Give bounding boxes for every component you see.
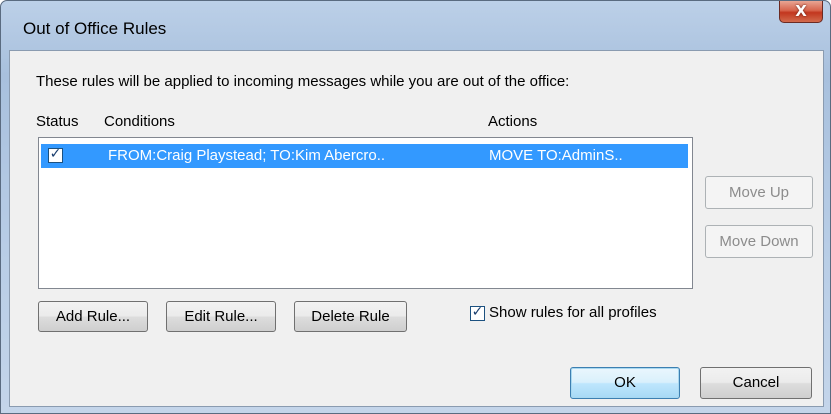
column-header-actions: Actions: [488, 113, 538, 130]
delete-rule-button[interactable]: Delete Rule: [294, 301, 407, 332]
column-header-status: Status: [36, 113, 79, 130]
ok-button[interactable]: OK: [570, 367, 680, 399]
title-bar[interactable]: Out of Office Rules X: [1, 1, 830, 41]
rules-description: These rules will be applied to incoming …: [36, 73, 570, 90]
rule-enabled-checkbox[interactable]: ✓: [48, 146, 63, 163]
add-rule-button[interactable]: Add Rule...: [38, 301, 148, 332]
cancel-button[interactable]: Cancel: [700, 367, 812, 399]
rule-actions: MOVE TO:AdminS..: [489, 147, 623, 164]
checkmark-icon: ✓: [471, 304, 484, 320]
move-down-button[interactable]: Move Down: [705, 225, 813, 258]
show-all-profiles-checkbox[interactable]: ✓: [470, 304, 485, 321]
rule-conditions: FROM:Craig Playstead; TO:Kim Abercro..: [108, 147, 386, 164]
move-up-button[interactable]: Move Up: [705, 176, 813, 209]
out-of-office-rules-dialog: Out of Office Rules X These rules will b…: [0, 0, 831, 414]
close-icon: X: [795, 2, 807, 20]
rule-row[interactable]: ✓ FROM:Craig Playstead; TO:Kim Abercro..…: [41, 144, 688, 168]
checkmark-icon: ✓: [49, 146, 62, 162]
show-all-profiles-label: Show rules for all profiles: [489, 304, 657, 321]
dialog-body: These rules will be applied to incoming …: [9, 50, 824, 407]
close-button[interactable]: X: [779, 1, 823, 23]
column-header-conditions: Conditions: [104, 113, 175, 130]
window-title: Out of Office Rules: [23, 19, 167, 38]
rules-list[interactable]: ✓ FROM:Craig Playstead; TO:Kim Abercro..…: [38, 137, 693, 289]
edit-rule-button[interactable]: Edit Rule...: [166, 301, 276, 332]
